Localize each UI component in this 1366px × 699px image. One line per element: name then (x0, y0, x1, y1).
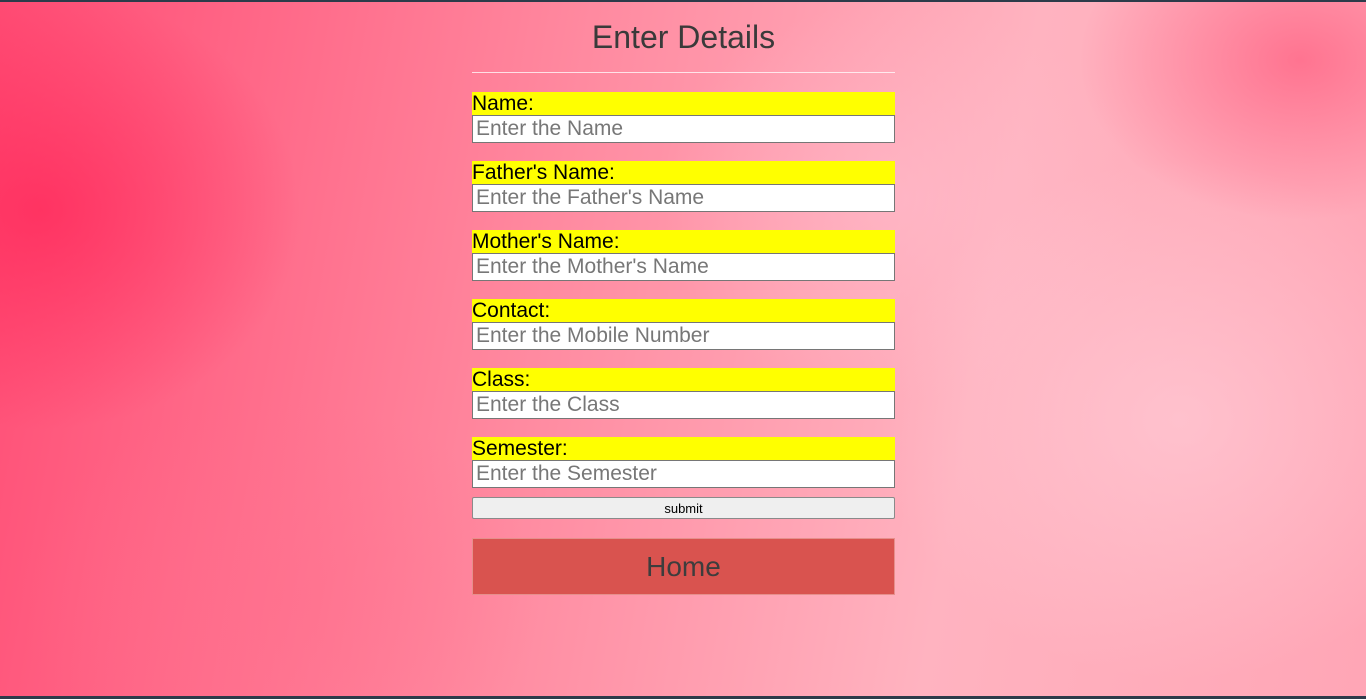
field-contact: Contact: (472, 299, 895, 350)
details-form-container: Enter Details Name: Father's Name: Mothe… (472, 0, 895, 595)
page-title: Enter Details (591, 19, 776, 55)
field-semester: Semester: (472, 437, 895, 488)
contact-label: Contact: (472, 299, 895, 322)
father-name-label: Father's Name: (472, 161, 895, 184)
home-button[interactable]: Home (472, 538, 895, 595)
semester-label: Semester: (472, 437, 895, 460)
mother-name-input[interactable] (472, 253, 895, 281)
title-divider (472, 72, 895, 73)
contact-input[interactable] (472, 322, 895, 350)
mother-name-label: Mother's Name: (472, 230, 895, 253)
name-input[interactable] (472, 115, 895, 143)
details-form: Name: Father's Name: Mother's Name: Cont… (472, 92, 895, 519)
name-label: Name: (472, 92, 895, 115)
field-class: Class: (472, 368, 895, 419)
field-mother-name: Mother's Name: (472, 230, 895, 281)
class-label: Class: (472, 368, 895, 391)
semester-input[interactable] (472, 460, 895, 488)
class-input[interactable] (472, 391, 895, 419)
submit-button[interactable]: submit (472, 497, 895, 519)
field-father-name: Father's Name: (472, 161, 895, 212)
father-name-input[interactable] (472, 184, 895, 212)
field-name: Name: (472, 92, 895, 143)
